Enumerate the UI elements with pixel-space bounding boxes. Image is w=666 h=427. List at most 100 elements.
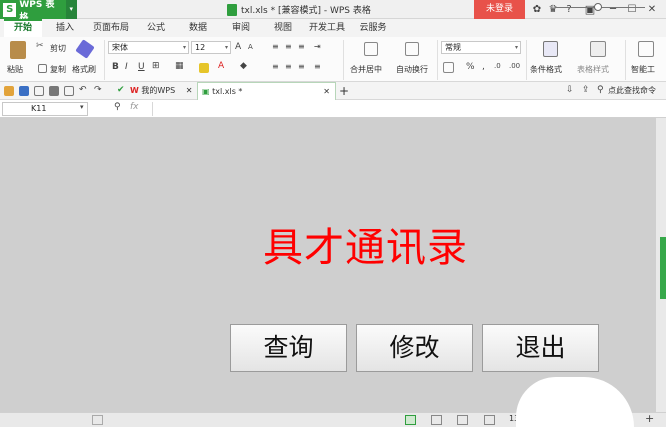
format-painter-button[interactable]: 格式刷 bbox=[72, 64, 96, 75]
shirt-icon[interactable]: ♛ bbox=[546, 0, 560, 19]
tab-current-file[interactable]: ▣ txl.xls * ✕ bbox=[197, 82, 336, 100]
help-button[interactable]: ? bbox=[562, 0, 576, 19]
border-icon[interactable]: ⊞ bbox=[152, 61, 160, 71]
tab-insert[interactable]: 插入 bbox=[50, 19, 80, 37]
wrap-text-icon[interactable] bbox=[405, 42, 419, 56]
app-menu-arrow-icon[interactable]: ▾ bbox=[65, 0, 78, 19]
tab-home[interactable]: 开始 bbox=[4, 19, 42, 37]
save-icon[interactable] bbox=[19, 86, 29, 96]
app-menu-button[interactable]: S WPS 表格 ▾ bbox=[0, 0, 78, 23]
cut-button[interactable]: 剪切 bbox=[50, 43, 66, 54]
export-pdf-icon[interactable] bbox=[64, 86, 74, 96]
undo-icon[interactable]: ↶ bbox=[79, 85, 87, 95]
align-top-icon[interactable]: ≡ bbox=[272, 42, 279, 51]
scissors-icon[interactable]: ✂ bbox=[36, 41, 44, 51]
zoom-magnifier-icon[interactable]: ⚲ bbox=[114, 102, 121, 112]
comma-style-icon[interactable]: , bbox=[482, 62, 485, 72]
formula-bar: K11 ▾ ⚲ fx bbox=[0, 100, 666, 118]
page-break-view-icon[interactable] bbox=[457, 415, 468, 425]
tab-view[interactable]: 视图 bbox=[268, 19, 298, 37]
checkmark-icon[interactable]: ✔ bbox=[117, 85, 125, 95]
copy-icon[interactable] bbox=[38, 64, 47, 73]
tab-cloud[interactable]: 云服务 bbox=[355, 19, 391, 37]
formula-input[interactable] bbox=[152, 102, 662, 116]
tab-data[interactable]: 数据 bbox=[183, 19, 213, 37]
command-search-input[interactable]: 点此查找命令 bbox=[608, 82, 664, 100]
new-tab-button[interactable]: + bbox=[339, 82, 351, 100]
decrease-decimal-icon[interactable]: .00 bbox=[509, 62, 520, 70]
zoom-slider-handle[interactable] bbox=[594, 3, 602, 11]
percent-button[interactable]: % bbox=[466, 62, 475, 72]
conditional-format-icon[interactable] bbox=[543, 41, 558, 57]
align-bottom-icon[interactable]: ≡ bbox=[298, 42, 305, 51]
paste-button[interactable]: 粘贴 bbox=[7, 64, 23, 75]
normal-view-icon[interactable] bbox=[405, 415, 416, 425]
chevron-down-icon[interactable]: ▾ bbox=[80, 103, 84, 111]
currency-icon[interactable] bbox=[443, 62, 454, 73]
open-icon[interactable] bbox=[4, 86, 14, 96]
tab-review[interactable]: 审阅 bbox=[226, 19, 256, 37]
skin-icon[interactable]: ✿ bbox=[530, 0, 544, 19]
italic-button[interactable]: I bbox=[125, 62, 128, 72]
merge-center-icon[interactable] bbox=[364, 42, 378, 56]
wrap-text-button[interactable]: 自动换行 bbox=[396, 64, 428, 75]
modify-button[interactable]: 修改 bbox=[356, 324, 473, 372]
font-size-select[interactable]: 12 ▾ bbox=[191, 41, 231, 54]
table-style-icon[interactable] bbox=[590, 41, 606, 57]
paste-icon[interactable] bbox=[10, 41, 26, 59]
side-panel-toggle[interactable] bbox=[660, 237, 666, 299]
font-name-select[interactable]: 宋体 ▾ bbox=[108, 41, 189, 54]
close-icon[interactable]: ✕ bbox=[323, 83, 330, 101]
underline-button[interactable]: U bbox=[138, 62, 145, 72]
page-layout-view-icon[interactable] bbox=[431, 415, 442, 425]
font-name-value: 宋体 bbox=[112, 43, 128, 52]
close-icon[interactable]: ✕ bbox=[186, 86, 193, 95]
format-painter-icon[interactable] bbox=[75, 39, 95, 59]
shrink-font-button[interactable]: A bbox=[248, 43, 253, 51]
print-preview-icon[interactable] bbox=[34, 86, 44, 96]
indent-icon[interactable]: ⇥ bbox=[314, 42, 321, 51]
align-right-icon[interactable]: ≡ bbox=[298, 62, 305, 71]
align-center-icon[interactable]: ≡ bbox=[285, 62, 292, 71]
zoom-in-icon[interactable]: + bbox=[645, 412, 654, 425]
conditional-format-button[interactable]: 条件格式 bbox=[530, 64, 562, 75]
merge-center-button[interactable]: 合并居中 bbox=[350, 64, 382, 75]
name-box[interactable]: K11 bbox=[2, 102, 88, 116]
clear-format-icon[interactable]: ◆ bbox=[240, 61, 247, 71]
tab-page-layout[interactable]: 页面布局 bbox=[90, 19, 132, 37]
copy-button[interactable]: 复制 bbox=[50, 64, 66, 75]
table-style-button[interactable]: 表格样式 bbox=[577, 64, 609, 75]
fx-button[interactable]: fx bbox=[130, 102, 139, 112]
exit-button[interactable]: 退出 bbox=[482, 324, 599, 372]
sync-icon[interactable]: ⇩ bbox=[566, 85, 574, 95]
font-color-icon[interactable]: A bbox=[218, 61, 224, 71]
number-format-value: 常规 bbox=[445, 43, 461, 52]
share-icon[interactable]: ⇪ bbox=[582, 85, 590, 95]
print-icon[interactable] bbox=[49, 86, 59, 96]
number-format-select[interactable]: 常规 ▾ bbox=[441, 41, 521, 54]
tab-formulas[interactable]: 公式 bbox=[141, 19, 171, 37]
window-title: txl.xls * [兼容模式] - WPS 表格 bbox=[227, 3, 371, 16]
align-left-icon[interactable]: ≡ bbox=[272, 62, 279, 71]
maximize-button[interactable]: ☐ bbox=[625, 0, 639, 19]
fill-color-icon[interactable] bbox=[199, 63, 209, 73]
increase-decimal-icon[interactable]: .0 bbox=[494, 62, 501, 70]
login-button[interactable]: 未登录 bbox=[474, 0, 525, 19]
align-middle-icon[interactable]: ≡ bbox=[285, 42, 292, 51]
query-button[interactable]: 查询 bbox=[230, 324, 347, 372]
tab-developer[interactable]: 开发工具 bbox=[306, 19, 348, 37]
minimize-button[interactable]: ─ bbox=[606, 0, 620, 19]
grow-font-button[interactable]: A bbox=[235, 42, 241, 52]
tab-my-wps[interactable]: W 我的WPS ✕ bbox=[130, 82, 198, 100]
font-size-value: 12 bbox=[195, 43, 206, 52]
smart-tools-icon[interactable] bbox=[638, 41, 654, 57]
merge-cells-icon[interactable]: ▦ bbox=[175, 61, 184, 71]
smart-tools-button[interactable]: 智能工 bbox=[631, 64, 655, 75]
ribbon: 粘贴 ✂ 剪切 复制 格式刷 宋体 ▾ 12 ▾ A A B I U ⊞ ▦ A ◆… bbox=[0, 37, 666, 82]
page-icon[interactable] bbox=[92, 415, 103, 425]
bold-button[interactable]: B bbox=[112, 62, 119, 72]
close-button[interactable]: ✕ bbox=[645, 0, 659, 19]
reading-view-icon[interactable] bbox=[484, 415, 495, 425]
justify-icon[interactable]: ≡ bbox=[314, 62, 321, 71]
redo-icon[interactable]: ↷ bbox=[94, 85, 102, 95]
